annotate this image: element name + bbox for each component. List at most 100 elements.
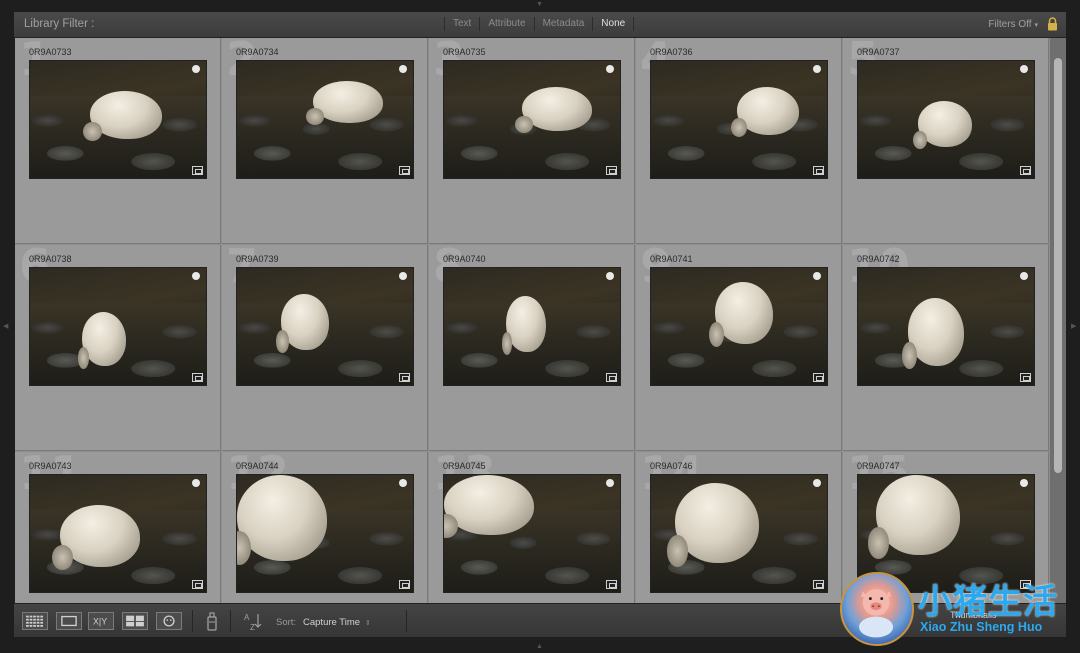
sheep-photo-thumbnail[interactable]	[857, 60, 1035, 179]
compare-view-icon[interactable]: X|Y	[88, 612, 114, 630]
lock-icon[interactable]	[1047, 17, 1058, 31]
library-filter-bar: Library Filter : Text Attribute Metadata…	[14, 12, 1066, 38]
edit-badge-icon[interactable]	[1020, 373, 1031, 382]
toolbar-separator	[406, 610, 407, 632]
cell-filename: 0R9A0742	[857, 254, 900, 264]
select-circle-icon[interactable]	[606, 272, 614, 280]
sheep-photo-thumbnail[interactable]	[443, 60, 621, 179]
sort-dropdown[interactable]: Capture Time ⇕	[303, 617, 371, 628]
watermark: Thumbnails 小猪生活 Xiao Zhu Sheng Huo	[838, 570, 1078, 650]
chevron-down-icon: ▾	[1034, 22, 1038, 29]
sheep-photo-thumbnail[interactable]	[650, 60, 828, 179]
thumbnail-cell[interactable]: 90R9A0741	[636, 245, 842, 451]
thumbnail-cell[interactable]: 120R9A0744	[222, 452, 428, 603]
thumbnail-cell[interactable]: 140R9A0746	[636, 452, 842, 603]
edit-badge-icon[interactable]	[399, 580, 410, 589]
sheep-photo-thumbnail[interactable]	[650, 267, 828, 386]
edit-badge-icon[interactable]	[1020, 166, 1031, 175]
select-circle-icon[interactable]	[1020, 479, 1028, 487]
grid-scrollbar[interactable]	[1050, 38, 1066, 603]
edit-badge-icon[interactable]	[192, 166, 203, 175]
filter-tab-attribute[interactable]: Attribute	[479, 17, 533, 31]
left-panel-toggle-icon[interactable]: ◀	[3, 322, 8, 330]
thumbnail-cell[interactable]: 80R9A0740	[429, 245, 635, 451]
sheep-photo-thumbnail[interactable]	[443, 267, 621, 386]
bottom-panel-toggle-icon[interactable]: ▲	[536, 643, 543, 650]
toolbar-separator	[230, 610, 231, 632]
edit-badge-icon[interactable]	[813, 580, 824, 589]
edit-badge-icon[interactable]	[813, 166, 824, 175]
edit-badge-icon[interactable]	[813, 373, 824, 382]
edit-badge-icon[interactable]	[399, 166, 410, 175]
filters-preset-dropdown[interactable]: Filters Off ▾	[988, 19, 1038, 30]
select-circle-icon[interactable]	[813, 479, 821, 487]
sheep-photo-thumbnail[interactable]	[443, 474, 621, 593]
cell-filename: 0R9A0744	[236, 461, 279, 471]
scrollbar-thumb[interactable]	[1054, 58, 1062, 473]
cell-filename: 0R9A0746	[650, 461, 693, 471]
thumbnail-cell[interactable]: 130R9A0745	[429, 452, 635, 603]
select-circle-icon[interactable]	[813, 65, 821, 73]
select-circle-icon[interactable]	[1020, 65, 1028, 73]
chevron-updown-icon: ⇕	[365, 620, 371, 627]
loupe-view-icon[interactable]	[56, 612, 82, 630]
sheep-figure	[709, 282, 773, 348]
spray-can-icon[interactable]	[204, 610, 220, 632]
select-circle-icon[interactable]	[192, 65, 200, 73]
people-view-icon[interactable]	[156, 612, 182, 630]
sheep-figure	[82, 91, 162, 142]
select-circle-icon[interactable]	[192, 272, 200, 280]
filter-tab-text[interactable]: Text	[444, 17, 479, 31]
select-circle-icon[interactable]	[606, 65, 614, 73]
thumbnail-cell[interactable]: 40R9A0736	[636, 38, 842, 244]
edit-badge-icon[interactable]	[192, 373, 203, 382]
cell-filename: 0R9A0739	[236, 254, 279, 264]
thumbnail-cell[interactable]: 50R9A0737	[843, 38, 1049, 244]
thumbnail-cell[interactable]: 100R9A0742	[843, 245, 1049, 451]
sheep-photo-thumbnail[interactable]	[650, 474, 828, 593]
select-circle-icon[interactable]	[399, 272, 407, 280]
select-circle-icon[interactable]	[606, 479, 614, 487]
filter-tab-none[interactable]: None	[592, 17, 635, 31]
sheep-photo-thumbnail[interactable]	[857, 267, 1035, 386]
sheep-photo-thumbnail[interactable]	[29, 267, 207, 386]
top-panel-toggle-icon[interactable]: ▼	[536, 1, 543, 8]
sheep-photo-thumbnail[interactable]	[29, 60, 207, 179]
select-circle-icon[interactable]	[399, 65, 407, 73]
thumbnail-grid: 10R9A073320R9A073430R9A073540R9A073650R9…	[15, 38, 1050, 603]
survey-view-icon[interactable]	[122, 612, 148, 630]
thumbnail-cell[interactable]: 10R9A0733	[15, 38, 221, 244]
edit-badge-icon[interactable]	[192, 580, 203, 589]
svg-text:Z: Z	[250, 623, 255, 632]
cell-filename: 0R9A0741	[650, 254, 693, 264]
edit-badge-icon[interactable]	[606, 166, 617, 175]
right-panel-toggle-icon[interactable]: ▶	[1071, 322, 1076, 330]
thumbnail-cell[interactable]: 60R9A0738	[15, 245, 221, 451]
thumbnail-cell[interactable]: 110R9A0743	[15, 452, 221, 603]
sheep-figure	[52, 505, 140, 571]
sheep-figure	[77, 312, 126, 369]
cell-filename: 0R9A0738	[29, 254, 72, 264]
watermark-title: 小猪生活	[918, 583, 1058, 621]
edit-badge-icon[interactable]	[606, 580, 617, 589]
edit-badge-icon[interactable]	[606, 373, 617, 382]
select-circle-icon[interactable]	[813, 272, 821, 280]
thumbnail-cell[interactable]: 20R9A0734	[222, 38, 428, 244]
select-circle-icon[interactable]	[399, 479, 407, 487]
select-circle-icon[interactable]	[192, 479, 200, 487]
sheep-figure	[867, 475, 960, 559]
sheep-photo-thumbnail[interactable]	[236, 474, 414, 593]
sheep-photo-thumbnail[interactable]	[236, 60, 414, 179]
sort-direction-icon[interactable]: A Z	[242, 610, 270, 632]
filter-tab-metadata[interactable]: Metadata	[533, 17, 593, 31]
sheep-figure	[666, 483, 759, 567]
thumbnail-cell[interactable]: 30R9A0735	[429, 38, 635, 244]
edit-badge-icon[interactable]	[399, 373, 410, 382]
select-circle-icon[interactable]	[1020, 272, 1028, 280]
sheep-figure	[902, 298, 964, 370]
thumbnail-cell[interactable]: 70R9A0739	[222, 245, 428, 451]
cell-filename: 0R9A0747	[857, 461, 900, 471]
sheep-photo-thumbnail[interactable]	[236, 267, 414, 386]
sheep-photo-thumbnail[interactable]	[29, 474, 207, 593]
grid-view-icon[interactable]	[22, 612, 48, 630]
